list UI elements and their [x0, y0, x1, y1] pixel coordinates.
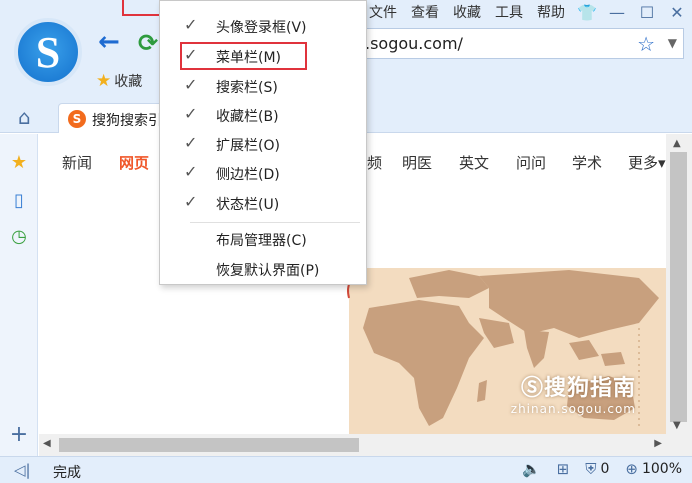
menu-item-help[interactable]: 帮助	[530, 2, 572, 22]
nav-wenwen[interactable]: 问问	[516, 152, 546, 173]
vertical-scroll-thumb[interactable]	[670, 152, 687, 422]
menu-item-restore-default[interactable]: 恢复默认界面(P)	[160, 254, 366, 283]
menu-item-label: 头像登录框(V)	[216, 20, 307, 36]
home-icon[interactable]: ⌂	[18, 107, 31, 127]
status-bar: ◁| 完成 🔈 ⊞ ⛨ 0 ⊕ 100%	[0, 456, 692, 483]
logo-letter: S	[35, 28, 61, 77]
menu-item-label: 恢复默认界面(P)	[216, 263, 320, 279]
close-icon[interactable]: ✕	[662, 3, 692, 22]
menu-item-label: 搜索栏(S)	[216, 80, 278, 96]
vertical-scrollbar[interactable]: ▲ ▼	[666, 134, 692, 434]
minimize-icon[interactable]: —	[602, 3, 632, 22]
check-icon: ✓	[184, 192, 198, 211]
nav-web[interactable]: 网页	[119, 152, 149, 173]
speaker-icon[interactable]: 🔈	[522, 460, 541, 478]
menu-item-label: 布局管理器(C)	[216, 233, 307, 249]
menu-item-searchbar[interactable]: ✓ 搜索栏(S)	[160, 71, 366, 100]
menu-separator	[190, 222, 360, 223]
add-icon[interactable]: +	[8, 424, 30, 446]
favorites-star-icon[interactable]: ★	[8, 152, 30, 174]
sogou-s-icon: Ⓢ	[520, 376, 544, 401]
nav-more[interactable]: 更多▾	[628, 152, 666, 173]
menu-item-favorites[interactable]: 收藏	[446, 2, 488, 22]
zoom-level[interactable]: 100%	[642, 461, 682, 477]
menu-item-label: 侧边栏(D)	[216, 167, 280, 183]
favorite-star-icon[interactable]: ☆	[637, 32, 655, 56]
adblock-count: 0	[600, 461, 610, 477]
menu-item-tools[interactable]: 工具	[488, 2, 530, 22]
tablet-icon[interactable]: ▯	[8, 190, 30, 212]
watermark-url: zhinan.sogou.com	[510, 402, 636, 416]
scrollbar-corner	[666, 434, 692, 456]
menu-item-favorites-bar[interactable]: ✓ 收藏栏(B)	[160, 100, 366, 129]
nav-health[interactable]: 明医	[402, 152, 432, 173]
watermark: Ⓢ搜狗指南 zhinan.sogou.com	[511, 370, 636, 416]
scroll-down-icon[interactable]: ▼	[673, 420, 681, 431]
watermark-title: Ⓢ搜狗指南	[520, 376, 636, 401]
menu-item-label: 扩展栏(O)	[216, 138, 280, 154]
menu-item-statusbar[interactable]: ✓ 状态栏(U)	[160, 188, 366, 217]
zoom-icon[interactable]: ⊕	[625, 460, 638, 478]
side-bar: ★ ▯ ◷ +	[0, 134, 38, 456]
skin-icon[interactable]: 👕	[572, 3, 602, 22]
chevron-down-icon[interactable]: ▼	[668, 36, 677, 50]
check-icon: ✓	[184, 75, 198, 94]
nav-academic[interactable]: 学术	[572, 152, 602, 173]
sidebar-toggle-icon[interactable]: ◁|	[14, 461, 31, 479]
menu-item-view[interactable]: 查看	[404, 2, 446, 22]
nav-english[interactable]: 英文	[459, 152, 489, 173]
maximize-icon[interactable]: ☐	[632, 3, 662, 22]
menubar-item-highlight	[180, 42, 307, 70]
clock-icon[interactable]: ◷	[8, 226, 30, 248]
sogou-favicon-icon: S	[68, 110, 86, 128]
menu-item-label: 状态栏(U)	[216, 197, 280, 213]
sogou-logo-avatar[interactable]: S	[14, 18, 82, 86]
first-aid-icon[interactable]: ⊞	[557, 460, 570, 478]
nav-video-partial[interactable]: 频	[367, 152, 382, 173]
status-text: 完成	[53, 465, 81, 481]
check-icon: ✓	[184, 133, 198, 152]
address-text[interactable]: .sogou.com/	[365, 34, 463, 53]
check-icon: ✓	[184, 104, 198, 123]
menu-item-avatar-login[interactable]: ✓ 头像登录框(V)	[160, 11, 366, 40]
menu-bar: 文件 查看 收藏 工具 帮助 👕 — ☐ ✕	[362, 0, 692, 24]
menu-item-label: 收藏栏(B)	[216, 109, 279, 125]
bookmarks-label[interactable]: 收藏	[114, 71, 142, 91]
horizontal-scrollbar[interactable]: ◀ ▶	[39, 434, 666, 456]
address-bar[interactable]: .sogou.com/ ☆ ▼	[344, 28, 684, 59]
adblock-shield-icon[interactable]: ⛨	[585, 460, 596, 478]
scroll-up-icon[interactable]: ▲	[673, 138, 681, 149]
scroll-right-icon[interactable]: ▶	[654, 438, 662, 449]
horizontal-scroll-thumb[interactable]	[59, 438, 359, 452]
back-arrow-icon[interactable]: ←	[98, 29, 124, 56]
check-icon: ✓	[184, 15, 198, 34]
nav-news[interactable]: 新闻	[62, 152, 92, 173]
menu-item-file[interactable]: 文件	[362, 2, 404, 22]
star-icon: ★	[96, 71, 112, 91]
menu-item-layout-manager[interactable]: 布局管理器(C)	[160, 224, 366, 253]
menu-item-sidebar[interactable]: ✓ 侧边栏(D)	[160, 158, 366, 187]
scroll-left-icon[interactable]: ◀	[43, 438, 51, 449]
check-icon: ✓	[184, 162, 198, 181]
status-tools: 🔈 ⊞ ⛨ 0 ⊕ 100%	[506, 460, 682, 478]
bookmarks-bar: ★ 收藏	[96, 70, 142, 92]
menu-item-extension-bar[interactable]: ✓ 扩展栏(O)	[160, 129, 366, 158]
